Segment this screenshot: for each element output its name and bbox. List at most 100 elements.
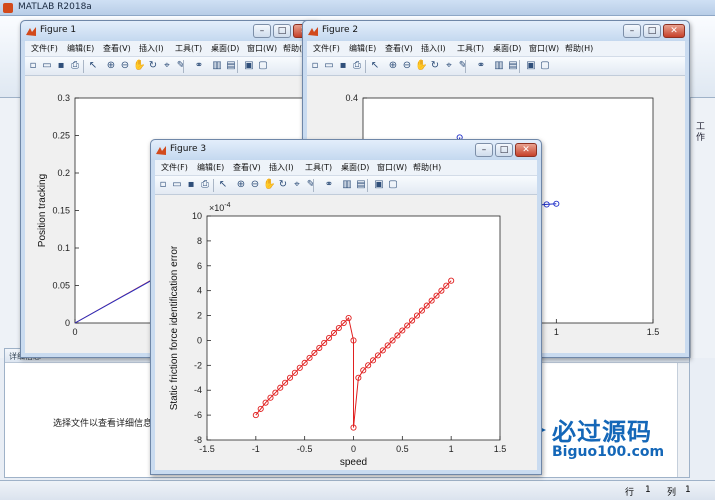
figure-3-menu-item[interactable]: 编辑(E): [197, 162, 224, 173]
figure-2-menu-item[interactable]: 帮助(H): [565, 43, 593, 54]
figure-1-menu-item[interactable]: 插入(I): [139, 43, 164, 54]
minimize-button[interactable]: –: [253, 24, 271, 38]
new-figure-icon[interactable]: ▫: [27, 60, 39, 72]
matlab-figure-icon: [156, 146, 166, 155]
y-axis-label: Static friction force identification err…: [169, 245, 180, 410]
toolbar-separator: [313, 179, 314, 192]
minimize-button[interactable]: –: [475, 143, 493, 157]
row-label: 行: [625, 488, 635, 498]
figure-3-menu-item[interactable]: 帮助(H): [413, 162, 441, 173]
figure-2-menu-item[interactable]: 插入(I): [421, 43, 446, 54]
pan-hand-icon[interactable]: ✋: [133, 60, 145, 72]
zoom-in-icon[interactable]: ⊕: [387, 60, 399, 72]
maximize-button[interactable]: □: [273, 24, 291, 38]
figure-1-menu-item[interactable]: 桌面(D): [211, 43, 239, 54]
figure-2-menu-item[interactable]: 文件(F): [313, 43, 340, 54]
hide-plot-tools-icon[interactable]: ▣: [243, 60, 255, 72]
app-title: MATLAB R2018a: [18, 2, 92, 12]
figure-2-menubar: 文件(F) 编辑(E) 查看(V) 插入(I) 工具(T) 桌面(D) 窗口(W) 帮助(H): [307, 41, 685, 57]
select-arrow-icon[interactable]: ↖: [369, 60, 381, 72]
figure-3-menu-item[interactable]: 工具(T): [305, 162, 332, 173]
rotate-3d-icon[interactable]: ↻: [277, 179, 289, 191]
figure-2-menu-item[interactable]: 查看(V): [385, 43, 413, 54]
save-icon[interactable]: ▪: [185, 179, 197, 191]
pan-hand-icon[interactable]: ✋: [415, 60, 427, 72]
figure-3-canvas: -1.5 -1 -0.5 0 0.5 1 1.5 -8 -6 -4 -2 0 2 4 6 8 10 speed St…: [155, 195, 537, 470]
print-icon[interactable]: ⎙: [351, 60, 363, 72]
data-cursor-icon[interactable]: ⌖: [161, 60, 173, 72]
hide-plot-tools-icon[interactable]: ▣: [373, 179, 385, 191]
figure-1-menu-item[interactable]: 文件(F): [31, 43, 58, 54]
save-icon[interactable]: ▪: [55, 60, 67, 72]
show-plot-tools-icon[interactable]: ▢: [257, 60, 269, 72]
hide-plot-tools-icon[interactable]: ▣: [525, 60, 537, 72]
new-figure-icon[interactable]: ▫: [157, 179, 169, 191]
rotate-3d-icon[interactable]: ↻: [147, 60, 159, 72]
colorbar-icon[interactable]: ▥: [341, 179, 353, 191]
colorbar-icon[interactable]: ▥: [493, 60, 505, 72]
close-button[interactable]: ✕: [663, 24, 685, 38]
open-file-icon[interactable]: ▭: [323, 60, 335, 72]
open-file-icon[interactable]: ▭: [41, 60, 53, 72]
figure-3-toolbar: ▫ ▭ ▪ ⎙ ↖ ⊕ ⊖ ✋ ↻ ⌖ ✎ ⚭ ▥ ▤ ▣ ▢: [155, 176, 537, 195]
y-tick-label: 2: [197, 311, 202, 321]
figure-1-menu-item[interactable]: 工具(T): [175, 43, 202, 54]
show-plot-tools-icon[interactable]: ▢: [387, 179, 399, 191]
figure-3-menu-item[interactable]: 插入(I): [269, 162, 294, 173]
legend-icon[interactable]: ▤: [507, 60, 519, 72]
figure-2-menu-item[interactable]: 窗口(W): [529, 43, 559, 54]
figure-1-title-bar[interactable]: Figure 1 –□✕: [21, 21, 319, 41]
data-cursor-icon[interactable]: ⌖: [291, 179, 303, 191]
link-plot-icon[interactable]: ⚭: [193, 60, 205, 72]
figure-3-menu-item[interactable]: 桌面(D): [341, 162, 369, 173]
workspace-panel-edge[interactable]: 工作: [690, 98, 715, 358]
rotate-3d-icon[interactable]: ↻: [429, 60, 441, 72]
x-tick-label: -1: [252, 444, 260, 454]
figure-1-menu-item[interactable]: 窗口(W): [247, 43, 277, 54]
figure-2-menu-item[interactable]: 工具(T): [457, 43, 484, 54]
figure-1-menu-item[interactable]: 查看(V): [103, 43, 131, 54]
open-file-icon[interactable]: ▭: [171, 179, 183, 191]
select-arrow-icon[interactable]: ↖: [87, 60, 99, 72]
y-axis-label: Position tracking: [37, 174, 48, 247]
legend-icon[interactable]: ▤: [225, 60, 237, 72]
zoom-out-icon[interactable]: ⊖: [249, 179, 261, 191]
link-plot-icon[interactable]: ⚭: [323, 179, 335, 191]
new-figure-icon[interactable]: ▫: [309, 60, 321, 72]
col-value: 1: [685, 485, 691, 495]
legend-icon[interactable]: ▤: [355, 179, 367, 191]
figure-2-title: Figure 2: [322, 25, 359, 35]
brush-icon[interactable]: ✎: [305, 179, 317, 191]
figure-3-menu-item[interactable]: 查看(V): [233, 162, 261, 173]
colorbar-icon[interactable]: ▥: [211, 60, 223, 72]
maximize-button[interactable]: □: [495, 143, 513, 157]
figure-3-title-bar[interactable]: Figure 3 – □ ✕: [151, 140, 541, 160]
close-button[interactable]: ✕: [515, 143, 537, 157]
figure-2-title-bar[interactable]: Figure 2 – □ ✕: [303, 21, 689, 41]
show-plot-tools-icon[interactable]: ▢: [539, 60, 551, 72]
brush-icon[interactable]: ✎: [457, 60, 469, 72]
maximize-button[interactable]: □: [643, 24, 661, 38]
save-icon[interactable]: ▪: [337, 60, 349, 72]
brush-icon[interactable]: ✎: [175, 60, 187, 72]
workspace-side-tab[interactable]: 工作: [696, 122, 710, 144]
y-tick-label: 0: [197, 335, 202, 345]
zoom-in-icon[interactable]: ⊕: [105, 60, 117, 72]
zoom-out-icon[interactable]: ⊖: [401, 60, 413, 72]
figure-3-menu-item[interactable]: 窗口(W): [377, 162, 407, 173]
figure-2-menu-item[interactable]: 桌面(D): [493, 43, 521, 54]
zoom-in-icon[interactable]: ⊕: [235, 179, 247, 191]
figure-3-menu-item[interactable]: 文件(F): [161, 162, 188, 173]
data-cursor-icon[interactable]: ⌖: [443, 60, 455, 72]
col-label: 列: [667, 488, 677, 498]
pan-hand-icon[interactable]: ✋: [263, 179, 275, 191]
select-arrow-icon[interactable]: ↖: [217, 179, 229, 191]
figure-2-menu-item[interactable]: 编辑(E): [349, 43, 376, 54]
figure-3-window[interactable]: Figure 3 – □ ✕ 文件(F) 编辑(E) 查看(V) 插入(I) 工具(T) 桌面…: [150, 139, 542, 475]
zoom-out-icon[interactable]: ⊖: [119, 60, 131, 72]
link-plot-icon[interactable]: ⚭: [475, 60, 487, 72]
print-icon[interactable]: ⎙: [199, 179, 211, 191]
minimize-button[interactable]: –: [623, 24, 641, 38]
print-icon[interactable]: ⎙: [69, 60, 81, 72]
figure-1-menu-item[interactable]: 编辑(E): [67, 43, 94, 54]
